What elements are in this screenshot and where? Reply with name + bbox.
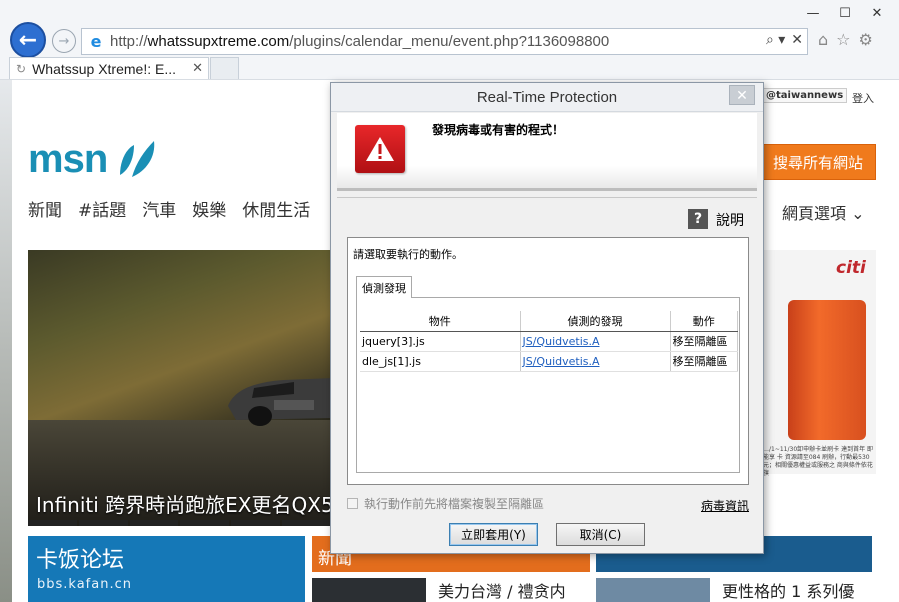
news-headline[interactable]: 美力台灣 / 禮贪内 [438, 578, 566, 602]
action-cell[interactable]: 移至隔離區 [670, 351, 738, 372]
action-panel: 請選取要執行的動作。 偵測發現 物件 偵測的發現 動作 jquery[3].js… [347, 237, 749, 485]
nav-item-entertainment[interactable]: 娛樂 [192, 196, 226, 221]
object-cell: jquery[3].js [360, 331, 521, 352]
detections-table: 物件 偵測的發現 動作 jquery[3].js JS/Quidvetis.A … [360, 311, 738, 372]
back-arrow-icon: ← [18, 27, 38, 53]
msn-butterfly-icon [120, 141, 155, 177]
hero-image[interactable] [28, 250, 331, 526]
table-row[interactable]: dle_js[1].js JS/Quidvetis.A 移至隔離區 [360, 351, 738, 372]
copy-to-quarantine-option: 執行動作前先將檔案複製至隔離區 [347, 495, 544, 512]
virus-info-link[interactable]: 病毒資訊 [701, 497, 749, 514]
forum-watermark-title: 卡饭论坛 [36, 548, 125, 573]
cancel-button[interactable]: 取消(C) [556, 523, 645, 546]
suitcase-image [788, 300, 866, 440]
column-header-finding[interactable]: 偵測的發現 [520, 311, 671, 332]
news-thumbnail[interactable] [596, 578, 710, 602]
new-tab-button[interactable] [210, 57, 239, 79]
tab-page-icon: ↻ [16, 61, 27, 76]
url-domain: whatssupxtreme.com [147, 33, 290, 50]
tab-title: Whatssup Xtreme!: E... [32, 60, 176, 77]
ad-fineprint: …/1~11/30卸申辦卡並刷卡 達到首年 即能享 卡 資源請至084 刷辦，行… [763, 446, 873, 477]
pager-dot[interactable] [129, 520, 179, 526]
address-bar[interactable]: e http://whatssupxtreme.com/plugins/cale… [81, 28, 808, 55]
help-icon[interactable]: ? [688, 209, 708, 229]
url-prefix: http:// [110, 33, 148, 50]
forward-button[interactable]: → [52, 29, 76, 53]
nav-item-topics[interactable]: #話題 [78, 196, 126, 221]
hero-pager [28, 520, 331, 526]
realtime-protection-dialog: Real-Time Protection ✕ 發現病毒或有害的程式！ ? 說明 … [330, 82, 764, 554]
browser-chrome: — ☐ ✕ ← → e http://whatssupxtreme.com/pl… [0, 0, 899, 80]
nav-item-news[interactable]: 新聞 [28, 196, 62, 221]
car-image [228, 378, 331, 426]
minimize-button[interactable]: — [797, 3, 829, 23]
threat-heading: 發現病毒或有害的程式！ [432, 123, 565, 137]
instruction-text: 請選取要執行的動作。 [353, 248, 463, 261]
browser-tab[interactable]: ↻ Whatssup Xtreme!: E... ✕ [9, 57, 209, 79]
column-header-object[interactable]: 物件 [360, 311, 521, 332]
pager-dot[interactable] [28, 520, 77, 526]
apply-now-button[interactable]: 立即套用(Y) [449, 523, 538, 546]
search-all-button[interactable]: 搜尋所有網站 [760, 144, 876, 180]
hero-caption[interactable]: Infiniti 跨界時尚跑旅EX更名QX50 [36, 489, 346, 518]
column-header-action[interactable]: 動作 [670, 311, 738, 332]
ie-page-icon: e [90, 32, 102, 51]
toolbar-icons: ⌂ ☆ ⚙ [818, 30, 873, 49]
tab-close-icon[interactable]: ✕ [192, 60, 203, 76]
action-cell[interactable]: 移至隔離區 [670, 331, 738, 352]
page-left-edge [0, 80, 12, 602]
login-link[interactable]: 登入 [852, 90, 874, 106]
dialog-title: Real-Time Protection [476, 88, 618, 106]
window-controls: — ☐ ✕ [797, 3, 893, 23]
object-cell: dle_js[1].js [360, 351, 521, 372]
back-button[interactable]: ← [10, 22, 46, 58]
tab-detections[interactable]: 偵測發現 [356, 276, 412, 298]
url-text[interactable]: http://whatssupxtreme.com/plugins/calend… [110, 33, 609, 50]
divider [337, 197, 757, 198]
msn-logo[interactable]: msn [28, 137, 108, 182]
close-window-button[interactable]: ✕ [861, 3, 893, 23]
warning-icon [355, 125, 405, 173]
page-options-menu[interactable]: 網頁選項 ⌄ [782, 200, 865, 224]
forum-watermark-url: bbs.kafan.cn [37, 577, 132, 592]
home-icon[interactable]: ⌂ [818, 30, 828, 49]
nav-item-autos[interactable]: 汽車 [142, 196, 176, 221]
pager-dot[interactable] [78, 520, 128, 526]
finding-link[interactable]: JS/Quidvetis.A [520, 351, 671, 372]
help-link[interactable]: 說明 [716, 210, 744, 230]
checkbox-label: 執行動作前先將檔案複製至隔離區 [364, 497, 545, 511]
msn-nav: 新聞 #話題 汽車 娛樂 休閒生活 [28, 196, 310, 221]
pager-dot[interactable] [180, 520, 230, 526]
table-header-row: 物件 偵測的發現 動作 [360, 311, 738, 332]
news-thumbnail[interactable] [312, 578, 426, 602]
search-dropdown-icon[interactable]: ⌕ ▾ [766, 32, 785, 48]
stop-icon[interactable]: ✕ [791, 32, 803, 48]
twitter-handle[interactable]: @taiwannews [762, 88, 848, 103]
detections-panel: 物件 偵測的發現 動作 jquery[3].js JS/Quidvetis.A … [356, 297, 740, 473]
copy-to-quarantine-checkbox[interactable] [347, 498, 358, 509]
favorites-star-icon[interactable]: ☆ [836, 30, 850, 49]
nav-item-lifestyle[interactable]: 休閒生活 [242, 196, 310, 221]
dialog-close-button[interactable]: ✕ [729, 85, 755, 105]
settings-gear-icon[interactable]: ⚙ [859, 30, 873, 49]
table-row[interactable]: jquery[3].js JS/Quidvetis.A 移至隔離區 [360, 331, 738, 352]
forward-arrow-icon: → [58, 33, 70, 49]
dialog-titlebar[interactable]: Real-Time Protection ✕ [331, 83, 763, 112]
url-path: /plugins/calendar_menu/event.php?1136098… [289, 33, 610, 50]
news-headline[interactable]: 更性格的 1 系列優 [722, 578, 854, 602]
pager-dot[interactable] [231, 520, 281, 526]
maximize-button[interactable]: ☐ [829, 3, 861, 23]
address-tools: ⌕ ▾ ✕ [766, 32, 803, 48]
citi-logo: citi [836, 258, 866, 278]
finding-link[interactable]: JS/Quidvetis.A [520, 331, 671, 352]
pager-dot[interactable] [282, 520, 331, 526]
